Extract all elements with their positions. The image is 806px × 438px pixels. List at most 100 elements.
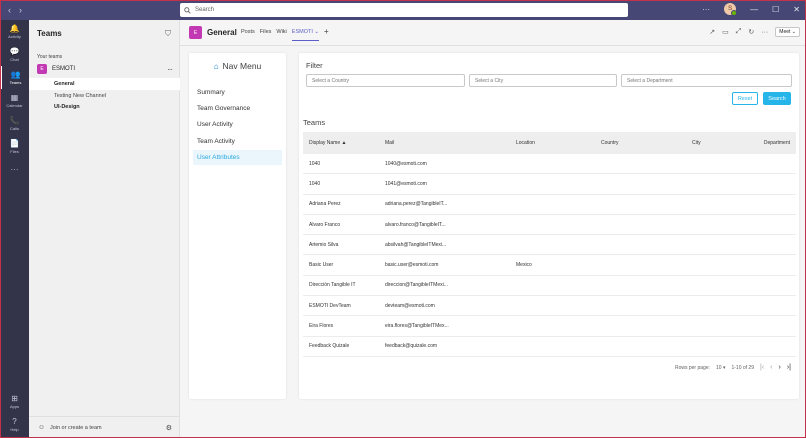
team-name: ESMOTI — [52, 66, 76, 72]
tab-wiki[interactable]: Wiki — [276, 29, 286, 41]
table-row[interactable]: Feedback Quizale feedback@quizale.com — [303, 337, 796, 357]
caret-down-icon: ▾ — [722, 364, 726, 371]
table-row[interactable]: Artemio Silva absilvah@TangibleITMexi... — [303, 235, 796, 256]
column-header-location[interactable]: Location — [516, 140, 601, 146]
nav-menu-title-text: Nav Menu — [222, 61, 262, 71]
tab-posts[interactable]: Posts — [241, 29, 255, 41]
join-team-label: Join or create a team — [49, 424, 102, 431]
tab-files[interactable]: Files — [260, 29, 272, 41]
cell-display-name: Adriana Perez — [309, 201, 341, 208]
tab-esmoti-label: ESMOTI — [291, 29, 313, 35]
column-header-mail[interactable]: Mail — [385, 140, 516, 146]
file-icon: 📄 — [9, 138, 20, 148]
rail-item-calendar[interactable]: ▦ Calendar — [0, 89, 29, 112]
meet-button[interactable]: Meet ⌄ — [775, 27, 800, 37]
cell-display-name: Alvaro Franco — [309, 221, 341, 228]
nav-item-user-attributes[interactable]: User Attributes — [193, 150, 282, 165]
nav-item-summary[interactable]: Summary — [193, 85, 282, 100]
refresh-icon[interactable]: ↻ — [748, 28, 754, 36]
cell-mail: adriana.perez@TangibleIT... — [385, 201, 448, 208]
forward-arrow-icon[interactable]: › — [19, 5, 22, 15]
first-page-icon[interactable]: |‹ — [760, 364, 764, 371]
title-bar: ‹ › Search ··· S — ☐ ✕ — [0, 0, 806, 20]
team-avatar: E — [37, 64, 47, 74]
main-content-card: Filter Select a Country Select a City Se… — [299, 53, 799, 399]
cell-mail: basic.user@esmoti.com — [385, 262, 439, 269]
more-actions-icon[interactable]: ··· — [761, 29, 768, 36]
table-row[interactable]: Alvaro Franco alvaro.franco@TangibleIT... — [303, 215, 796, 236]
table-row[interactable]: Basic User basic.user@esmoti.com Mexico — [303, 255, 796, 276]
history-nav: ‹ › — [8, 5, 22, 15]
pagination: Rows per page: 10 ▾ 1-10 of 29 |‹ ‹ › ›| — [675, 364, 791, 371]
column-header-country[interactable]: Country — [601, 140, 692, 146]
rail-item-files[interactable]: 📄 Files — [0, 135, 29, 158]
cell-display-name: 1040 — [309, 160, 321, 167]
rail-item-calls[interactable]: 📞 Calls — [0, 112, 29, 135]
team-more-icon[interactable]: ··· — [167, 65, 173, 74]
search-icon — [184, 6, 191, 14]
table-row[interactable]: 1040 1041@esmoti.com — [303, 174, 796, 195]
gear-icon[interactable]: ⚙ — [166, 424, 172, 432]
table-row[interactable]: Adriana Perez adriana.perez@TangibleIT... — [303, 195, 796, 215]
rail-label: Chat — [10, 56, 19, 62]
prev-page-icon[interactable]: ‹ — [770, 364, 772, 371]
cell-display-name: Dirección Tangible IT — [309, 282, 356, 289]
teams-table-title: Teams — [303, 118, 326, 127]
rows-per-page-value: 10 — [716, 364, 722, 371]
cell-location: Mexico — [516, 262, 532, 269]
country-select[interactable]: Select a Country — [306, 74, 465, 87]
nav-item-team-governance[interactable]: Team Governance — [193, 101, 282, 116]
nav-menu-title: ⌂ Nav Menu — [189, 61, 286, 71]
tab-esmoti[interactable]: ESMOTI ⌄ — [291, 29, 320, 41]
chevron-down-icon: ⌄ — [314, 29, 320, 35]
department-select[interactable]: Select a Department — [621, 74, 792, 87]
rail-item-help[interactable]: ? Help — [0, 413, 29, 436]
cell-display-name: Eira Flores — [309, 323, 334, 330]
add-tab-button[interactable]: + — [324, 27, 329, 41]
nav-item-team-activity[interactable]: Team Activity — [193, 134, 282, 149]
table-row[interactable]: 1040 1040@esmoti.com — [303, 154, 796, 175]
cell-display-name: ESMOTI DevTeam — [309, 302, 351, 309]
close-icon[interactable]: ✕ — [793, 5, 800, 14]
table-row[interactable]: Eira Flores eira.flores@TangibleITMex... — [303, 316, 796, 337]
help-icon: ? — [12, 416, 17, 426]
page-range: 1-10 of 29 — [731, 364, 754, 371]
rail-item-activity[interactable]: 🔔 Activity — [0, 20, 29, 43]
column-header-display-name[interactable]: Display Name ▲ — [303, 140, 385, 146]
table-row[interactable]: Dirección Tangible IT direccion@TangibleI… — [303, 276, 796, 297]
rail-more-apps[interactable]: ··· — [0, 158, 29, 181]
last-page-icon[interactable]: ›| — [787, 364, 791, 371]
cell-mail: direccion@TangibleITMexi... — [385, 282, 448, 289]
cell-display-name: Feedback Quizale — [309, 343, 350, 350]
cell-mail: 1040@esmoti.com — [385, 160, 427, 167]
channel-ui-design[interactable]: UI-Design — [29, 101, 180, 113]
back-arrow-icon[interactable]: ‹ — [8, 5, 11, 15]
rail-item-apps[interactable]: ⊞ Apps — [0, 390, 29, 413]
rail-label: Calendar — [6, 102, 23, 108]
column-header-department[interactable]: Department — [752, 140, 796, 146]
user-avatar[interactable]: S — [724, 3, 738, 16]
rail-item-teams[interactable]: 👥 Teams — [0, 66, 29, 89]
join-create-team[interactable]: ⚇ Join or create a team ⚙ — [29, 416, 180, 438]
rail-item-chat[interactable]: 💬 Chat — [0, 43, 29, 66]
expand-icon[interactable]: ⤢ — [736, 28, 742, 36]
search-input[interactable]: Search — [180, 3, 628, 17]
maximize-icon[interactable]: ☐ — [772, 5, 779, 14]
minimize-icon[interactable]: — — [750, 5, 758, 14]
nav-item-user-activity[interactable]: User Activity — [193, 117, 282, 132]
rail-label: Files — [10, 148, 19, 154]
next-page-icon[interactable]: › — [779, 364, 781, 371]
table-row[interactable]: ESMOTI DevTeam devteam@esmoti.com — [303, 296, 796, 317]
conversation-icon[interactable]: ▭ — [722, 28, 729, 36]
cell-mail: absilvah@TangibleITMexi... — [385, 241, 447, 248]
team-row-esmoti[interactable]: E ESMOTI ··· — [29, 63, 180, 75]
search-button[interactable]: Search — [763, 92, 791, 105]
column-header-city[interactable]: City — [692, 140, 752, 146]
popout-icon[interactable]: ↗ — [709, 28, 715, 36]
filter-icon[interactable]: ⛉ — [165, 29, 171, 39]
rows-per-page-select[interactable]: 10 ▾ — [716, 365, 725, 371]
more-options-icon[interactable]: ··· — [702, 5, 710, 14]
city-select[interactable]: Select a City — [469, 74, 617, 87]
reset-button[interactable]: Reset — [732, 92, 758, 105]
channel-general[interactable]: General — [29, 78, 180, 90]
